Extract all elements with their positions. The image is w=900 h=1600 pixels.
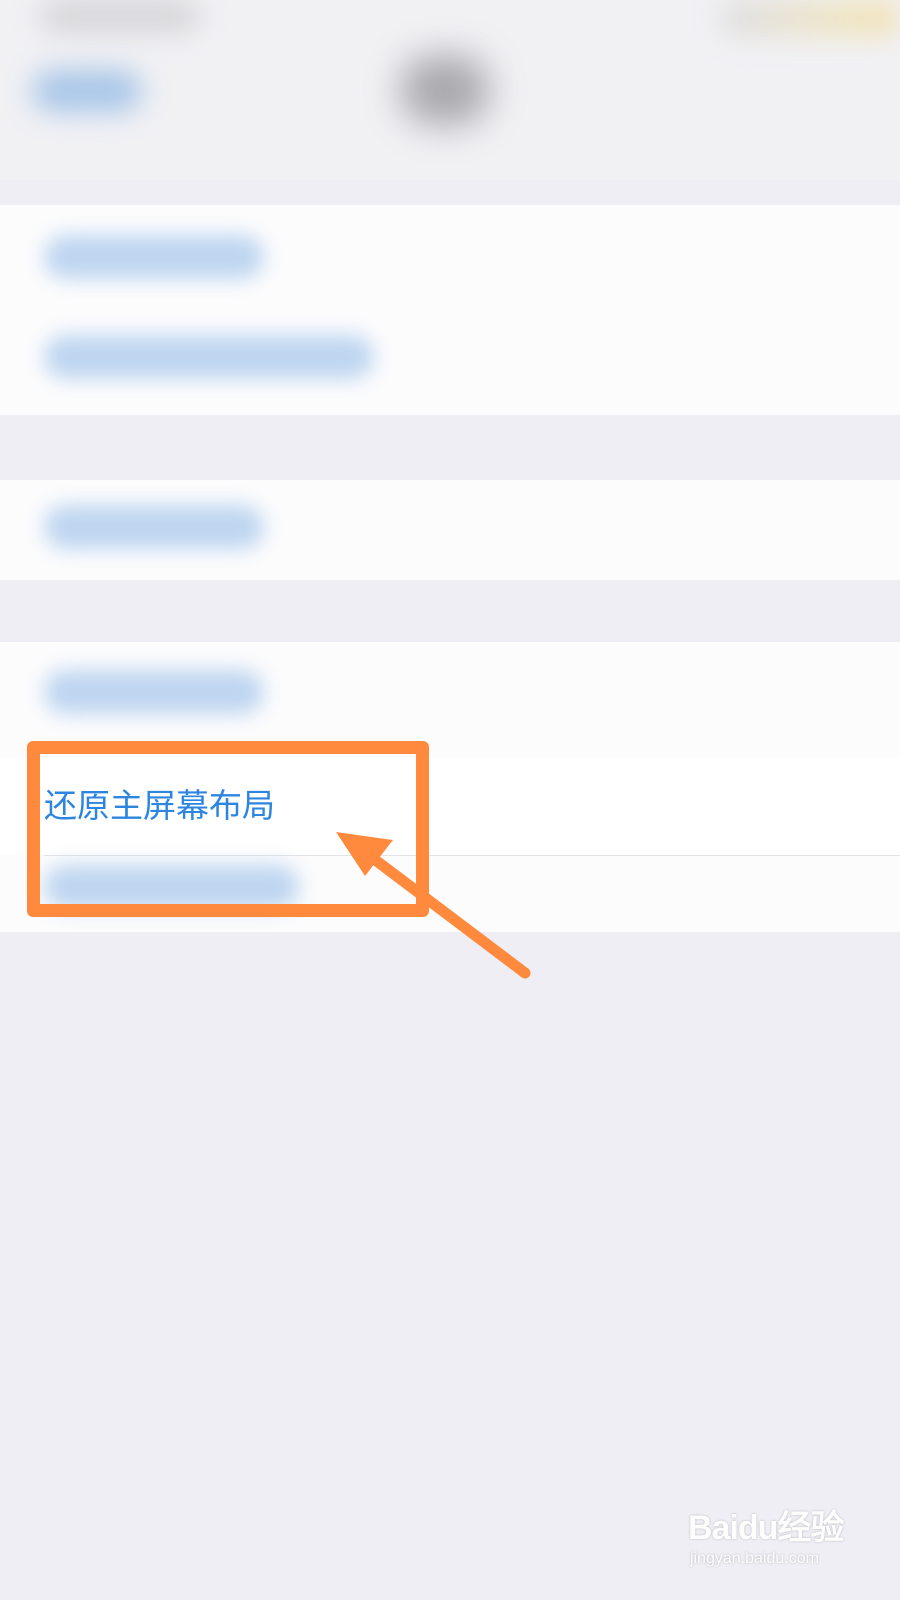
nav-title-blurred xyxy=(400,55,490,125)
watermark-url: jingyan.baidu.com xyxy=(690,1550,819,1567)
status-bar-time-blurred xyxy=(40,0,200,32)
blurred-option-6[interactable] xyxy=(44,865,299,909)
navigation-bar xyxy=(0,0,900,180)
baidu-jingyan-watermark: Baidu经验 jingyan.baidu.com xyxy=(688,1500,863,1582)
restore-home-screen-layout-label: 还原主屏幕布局 xyxy=(44,786,275,825)
blurred-option-2[interactable] xyxy=(44,335,374,379)
blurred-option-1[interactable] xyxy=(44,235,264,279)
blurred-option-4[interactable] xyxy=(44,670,264,714)
status-bar-battery-blurred xyxy=(720,0,900,36)
back-button-blurred[interactable] xyxy=(32,70,142,112)
restore-home-screen-layout-row[interactable]: 还原主屏幕布局 xyxy=(0,758,900,855)
row-divider xyxy=(44,855,900,856)
blurred-option-3[interactable] xyxy=(44,505,264,549)
settings-reset-screen: 还原主屏幕布局 Baidu经验 jingyan.baidu.com xyxy=(0,0,900,1600)
baidu-logo: Baidu经验 xyxy=(688,1509,844,1547)
